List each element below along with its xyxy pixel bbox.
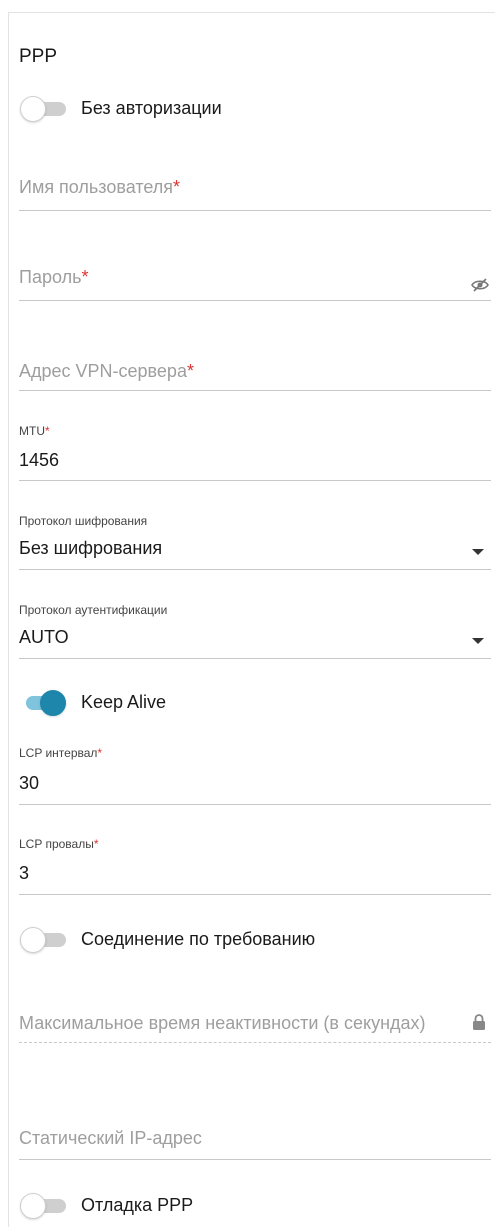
no-auth-label: Без авторизации xyxy=(81,98,222,118)
auth-protocol-select[interactable]: AUTO xyxy=(19,627,69,648)
max-idle-field: Максимальное время неактивности (в секун… xyxy=(19,1013,426,1033)
mtu-label: MTU* xyxy=(19,424,50,438)
auth-protocol-label: Протокол аутентификации xyxy=(19,603,168,617)
required-mark: * xyxy=(173,177,181,197)
lcp-interval-label: LCP интервал* xyxy=(19,746,103,760)
encryption-underline xyxy=(19,569,491,570)
keep-alive-label: Keep Alive xyxy=(81,692,167,712)
username-placeholder: Имя пользователя xyxy=(19,177,174,197)
toggle-thumb xyxy=(20,1193,46,1219)
static-ip-field[interactable]: Статический IP-адрес xyxy=(19,1128,202,1149)
lcp-fails-input[interactable]: 3 xyxy=(19,863,29,884)
vpn-server-field[interactable]: Адрес VPN-сервера* xyxy=(19,361,194,382)
static-ip-underline xyxy=(19,1159,491,1160)
lcp-fails-underline xyxy=(19,894,491,895)
keep-alive-toggle[interactable] xyxy=(20,690,66,716)
mtu-input[interactable]: 1456 xyxy=(19,450,59,471)
toggle-thumb xyxy=(20,96,46,122)
auth-protocol-underline xyxy=(19,658,491,659)
vpn-server-underline xyxy=(19,390,491,391)
ppp-debug-toggle[interactable] xyxy=(20,1193,66,1219)
section-title: PPP xyxy=(19,46,58,67)
required-mark: * xyxy=(81,267,89,287)
lcp-interval-input[interactable]: 30 xyxy=(19,773,39,794)
username-field[interactable]: Имя пользователя* xyxy=(19,177,180,198)
no-auth-toggle[interactable] xyxy=(20,96,66,122)
required-mark: * xyxy=(186,361,194,381)
lcp-fails-label: LCP провалы* xyxy=(19,837,99,851)
eye-off-icon[interactable] xyxy=(471,277,489,293)
toggle-thumb xyxy=(20,927,46,953)
encryption-select[interactable]: Без шифрования xyxy=(19,538,162,559)
on-demand-toggle[interactable] xyxy=(20,927,66,953)
on-demand-label: Соединение по требованию xyxy=(81,929,316,949)
encryption-label: Протокол шифрования xyxy=(19,514,148,528)
vpn-server-placeholder: Адрес VPN-сервера xyxy=(19,361,187,381)
max-idle-underline xyxy=(19,1042,491,1043)
password-placeholder: Пароль xyxy=(19,267,82,287)
ppp-debug-label: Отладка PPP xyxy=(81,1195,194,1215)
toggle-thumb xyxy=(40,690,66,716)
chevron-down-icon[interactable] xyxy=(472,549,484,555)
lock-icon xyxy=(473,1014,485,1030)
chevron-down-icon[interactable] xyxy=(472,638,484,644)
password-underline xyxy=(19,300,491,301)
password-field[interactable]: Пароль* xyxy=(19,267,88,288)
mtu-underline xyxy=(19,480,491,481)
lcp-interval-underline xyxy=(19,804,491,805)
username-underline xyxy=(19,210,491,211)
